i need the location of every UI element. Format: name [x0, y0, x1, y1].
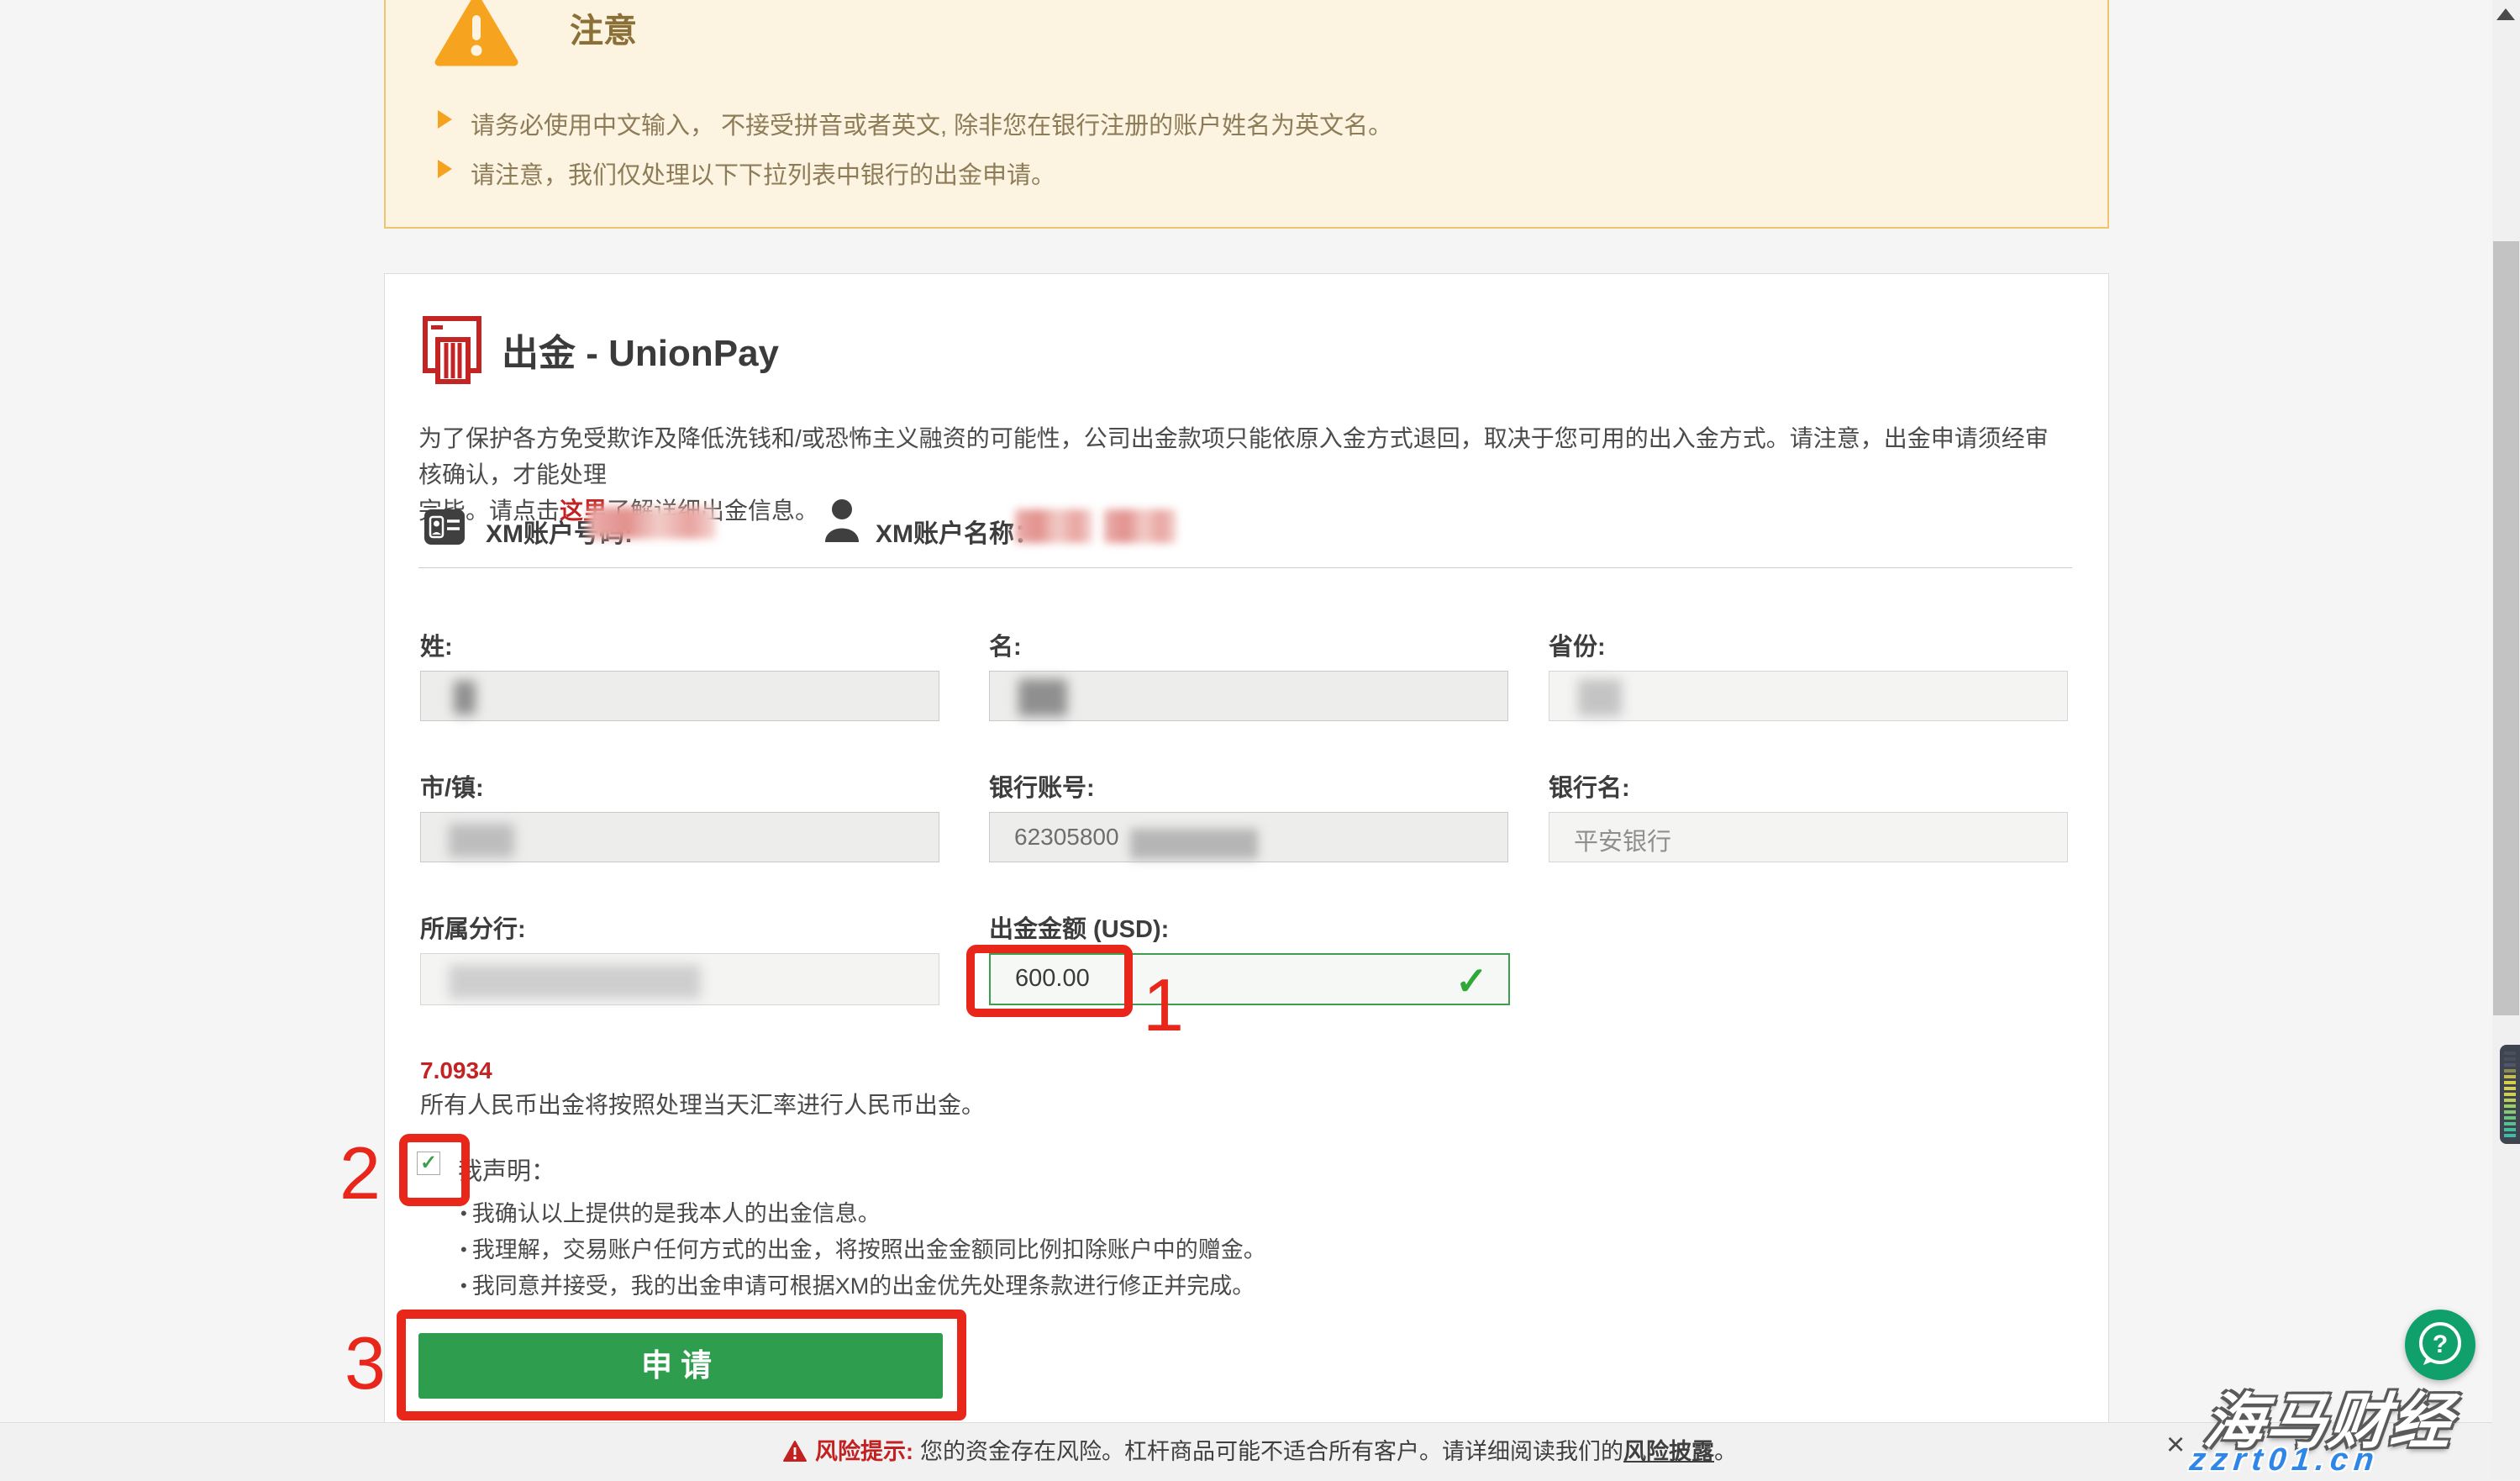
- city-redacted: [449, 824, 514, 857]
- account-number-redacted: [588, 507, 716, 539]
- description-text: 为了保护各方免受欺诈及降低洗钱和/或恐怖主义融资的可能性，公司出金款项只能依原入…: [418, 425, 2049, 488]
- declaration-item: •我理解，交易账户任何方式的出金，将按照出金金额同比例扣除账户中的赠金。: [460, 1231, 1266, 1264]
- last-name-label: 姓:: [420, 627, 453, 662]
- declaration-text: 我理解，交易账户任何方式的出金，将按照出金金额同比例扣除账户中的赠金。: [472, 1237, 1266, 1262]
- notice-item: 请注意，我们仅处理以下下拉列表中银行的出金申请。: [471, 155, 1055, 191]
- atm-withdrawal-icon: [421, 314, 485, 387]
- extension-side-tab[interactable]: [2500, 1045, 2520, 1144]
- notice-item: 请务必使用中文输入， 不接受拼音或者英文, 除非您在银行注册的账户姓名为英文名。: [471, 106, 1392, 141]
- bank-account-label: 银行账号:: [989, 768, 1095, 804]
- user-icon: [823, 498, 860, 544]
- scrollbar-up-arrow-icon[interactable]: [2496, 8, 2515, 20]
- annotation-number-2: 2: [339, 1136, 381, 1210]
- first-name-label: 名:: [989, 627, 1022, 662]
- last-name-field[interactable]: [420, 671, 939, 721]
- declaration-text: 我同意并接受，我的出金申请可根据XM的出金优先处理条款进行修正并完成。: [472, 1273, 1255, 1299]
- id-card-icon: [424, 509, 465, 545]
- risk-warning-icon: [783, 1441, 807, 1463]
- page-title: 出金 - UnionPay: [502, 323, 779, 377]
- svg-text:?: ?: [2433, 1331, 2448, 1358]
- declaration-text: 我确认以上提供的是我本人的出金信息。: [472, 1201, 881, 1226]
- help-button[interactable]: ?: [2405, 1310, 2475, 1380]
- city-label: 市/镇:: [420, 768, 484, 804]
- annotation-box-step1: [966, 945, 1133, 1017]
- bank-account-value: 62305800: [1014, 824, 1119, 851]
- amount-label: 出金金额 (USD):: [989, 909, 1169, 945]
- amount-valid-check-icon: ✓: [1455, 958, 1488, 1004]
- account-name-redacted: [1015, 509, 1092, 543]
- warning-triangle-icon: [434, 0, 518, 67]
- bullet-icon: •: [460, 1239, 467, 1260]
- province-label: 省份:: [1549, 627, 1606, 662]
- notice-bullet-arrow-icon: [438, 160, 452, 178]
- province-field[interactable]: [1549, 671, 2068, 721]
- first-name-redacted: [1018, 679, 1067, 716]
- bank-name-label: 银行名:: [1549, 768, 1630, 804]
- notice-bullet-arrow-icon: [438, 110, 452, 129]
- risk-label: 风险提示:: [815, 1439, 913, 1464]
- branch-redacted: [449, 965, 701, 999]
- exchange-rate-note: 所有人民币出金将按照处理当天汇率进行人民币出金。: [420, 1087, 985, 1120]
- risk-disclosure-link[interactable]: 风险披露: [1623, 1439, 1714, 1464]
- annotation-number-3: 3: [345, 1326, 386, 1400]
- scrollbar-thumb[interactable]: [2493, 241, 2519, 1015]
- declaration-item: •我同意并接受，我的出金申请可根据XM的出金优先处理条款进行修正并完成。: [460, 1268, 1255, 1300]
- divider: [418, 567, 2072, 568]
- declaration-item: •我确认以上提供的是我本人的出金信息。: [460, 1195, 881, 1228]
- annotation-box-step2: [399, 1134, 470, 1206]
- bank-name-value: 平安银行: [1574, 822, 1671, 857]
- watermark-site: zzrt01.cn: [2188, 1442, 2381, 1478]
- last-name-redacted: [454, 681, 476, 714]
- annotation-box-step3: [397, 1310, 966, 1420]
- exchange-rate: 7.0934: [420, 1057, 492, 1084]
- equalizer-stripes-icon: [2500, 1045, 2520, 1144]
- annotation-number-1: 1: [1143, 968, 1184, 1042]
- bullet-icon: •: [460, 1275, 467, 1296]
- risk-text: 您的资金存在风险。杠杆商品可能不适合所有客户。请详细阅读我们的: [920, 1439, 1623, 1464]
- notice-title: 注意: [570, 3, 637, 52]
- province-redacted: [1578, 679, 1622, 716]
- declaration-label: 我声明：: [458, 1152, 555, 1187]
- help-chat-bubble-icon: ?: [2405, 1310, 2475, 1380]
- account-name-redacted: [1104, 509, 1176, 543]
- bank-account-redacted: [1130, 829, 1258, 859]
- risk-text-suffix: 。: [1714, 1439, 1737, 1464]
- branch-label: 所属分行:: [420, 909, 526, 945]
